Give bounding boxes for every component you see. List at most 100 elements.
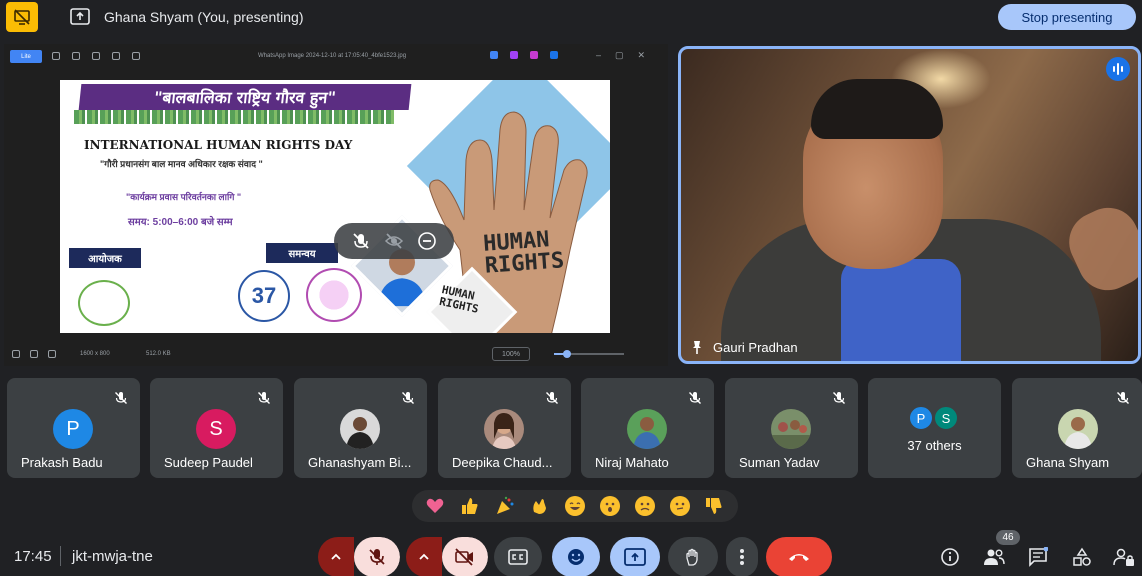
mic-off-icon — [689, 392, 701, 404]
meeting-clock: 17:45 — [14, 548, 52, 565]
speaking-indicator-icon — [1106, 57, 1130, 81]
poster-organizer-label: आयोजक — [69, 248, 141, 268]
others-tile[interactable]: P S 37 others — [868, 378, 1001, 478]
heart-icon[interactable] — [30, 350, 38, 358]
filmstrip-icon[interactable] — [12, 350, 20, 358]
app-icon-3[interactable] — [530, 51, 538, 59]
emoji-button[interactable] — [552, 537, 600, 576]
screen-off-icon — [14, 9, 30, 25]
image-file-size: 512.0 KB — [146, 351, 171, 357]
viewer-tool-group — [52, 52, 192, 62]
visibility-off-icon[interactable] — [384, 231, 404, 251]
mic-options-button[interactable] — [318, 537, 354, 576]
chat-button[interactable] — [1026, 545, 1050, 569]
participant-strip: P Prakash Badu S Sudeep Paudel Ghanashya… — [7, 378, 1142, 480]
meeting-app-badge[interactable] — [6, 2, 38, 32]
organizer-logo — [78, 280, 130, 326]
shared-screen: Lite WhatsApp Image 2024-12-10 at 17:05:… — [4, 44, 668, 366]
image-viewer-statusbar: 1600 x 800 512.0 KB 100% — [4, 344, 668, 364]
captions-button[interactable] — [494, 537, 542, 576]
thinking-face-icon[interactable] — [669, 495, 691, 517]
person-photo-icon — [627, 409, 667, 449]
poster-image: "बालबालिका राष्ट्रिय गौरव हुन" INTERNATI… — [60, 80, 610, 333]
participant-tile[interactable]: Niraj Mahato — [581, 378, 714, 478]
camera-toggle-button[interactable] — [442, 537, 488, 576]
top-bar: Ghana Shyam (You, presenting) Stop prese… — [0, 0, 1142, 34]
zoom-slider-knob[interactable] — [562, 350, 571, 358]
more-options-button[interactable] — [726, 537, 758, 576]
participant-name: Sudeep Paudel — [164, 455, 253, 470]
crowd-silhouette — [74, 110, 394, 124]
presenting-title: Ghana Shyam (You, presenting) — [104, 9, 304, 25]
avatar — [340, 409, 380, 449]
info-icon[interactable] — [48, 350, 56, 358]
poster-title: INTERNATIONAL HUMAN RIGHTS DAY — [84, 138, 353, 152]
zoom-slider[interactable] — [554, 350, 624, 358]
camera-options-button[interactable] — [406, 537, 442, 576]
mic-off-icon — [369, 549, 385, 565]
present-screen-icon — [70, 8, 90, 25]
meeting-details-button[interactable] — [938, 545, 962, 569]
mic-control — [318, 537, 400, 576]
meeting-code[interactable]: jkt-mwja-tne — [72, 548, 153, 565]
thumbs-up-icon[interactable] — [459, 495, 481, 517]
host-controls-button[interactable] — [1112, 545, 1136, 569]
people-button[interactable] — [982, 545, 1006, 569]
edit-icon[interactable] — [112, 52, 120, 60]
chevron-up-icon — [331, 553, 341, 560]
chevron-up-icon — [419, 553, 429, 560]
avatar — [627, 409, 667, 449]
participant-tile[interactable]: Ghana Shyam — [1012, 378, 1142, 478]
active-speaker-tile[interactable]: Gauri Pradhan — [678, 46, 1141, 364]
participant-name: Suman Yadav — [739, 455, 820, 470]
participant-tile[interactable]: Deepika Chaud... — [438, 378, 571, 478]
image-viewer-toolbar: Lite WhatsApp Image 2024-12-10 at 17:05:… — [4, 44, 668, 70]
people-count-badge: 46 — [996, 530, 1020, 545]
stop-presenting-button[interactable]: Stop presenting — [998, 4, 1136, 30]
participant-tile[interactable]: P Prakash Badu — [7, 378, 140, 478]
lock-person-icon — [1113, 548, 1134, 566]
tears-of-joy-icon[interactable] — [564, 495, 586, 517]
raise-hand-button[interactable] — [668, 537, 718, 576]
present-button[interactable] — [610, 537, 660, 576]
activities-button[interactable] — [1070, 545, 1094, 569]
clapping-hands-icon[interactable] — [529, 495, 551, 517]
mic-off-icon — [258, 392, 270, 404]
participant-name: Prakash Badu — [21, 455, 103, 470]
participant-tile[interactable]: S Sudeep Paudel — [150, 378, 283, 478]
logo-number: 37 — [251, 283, 277, 308]
viewer-tag[interactable]: Lite — [10, 50, 42, 63]
window-controls[interactable]: –▢✕ — [596, 50, 659, 61]
mic-off-icon — [1117, 392, 1129, 404]
participant-name: Deepika Chaud... — [452, 455, 553, 470]
delete-icon[interactable] — [72, 52, 80, 60]
app-icon-1[interactable] — [490, 51, 498, 59]
avatar — [771, 409, 811, 449]
mic-off-icon — [833, 392, 845, 404]
anniversary-logo: 37 — [238, 270, 290, 322]
mic-toggle-button[interactable] — [354, 537, 400, 576]
app-icon-2[interactable] — [510, 51, 518, 59]
pin-icon[interactable] — [689, 339, 705, 355]
more-icon[interactable] — [132, 52, 140, 60]
mic-off-icon[interactable] — [351, 231, 371, 251]
image-dimensions: 1600 x 800 — [80, 351, 110, 357]
leave-call-button[interactable] — [766, 537, 832, 576]
chat-icon — [1029, 547, 1048, 567]
sparkling-heart-icon[interactable] — [424, 495, 446, 517]
zoom-select[interactable]: 100% — [492, 347, 530, 361]
thumbs-down-icon[interactable] — [703, 495, 725, 517]
cloud-icon[interactable] — [550, 51, 558, 59]
raise-hand-icon — [686, 548, 698, 566]
participant-tile[interactable]: Ghanashyam Bi... — [294, 378, 427, 478]
coordinator-logo — [306, 268, 362, 322]
remove-icon[interactable] — [417, 231, 437, 251]
emoji-icon — [568, 549, 584, 565]
party-popper-icon[interactable] — [494, 495, 516, 517]
rotate-icon[interactable] — [52, 52, 60, 60]
sad-face-icon[interactable] — [634, 495, 656, 517]
surprised-face-icon[interactable] — [599, 495, 621, 517]
favorite-icon[interactable] — [92, 52, 100, 60]
poster-time: समय: 5:00–6:00 बजे सम्म — [128, 217, 233, 228]
participant-tile[interactable]: Suman Yadav — [725, 378, 858, 478]
